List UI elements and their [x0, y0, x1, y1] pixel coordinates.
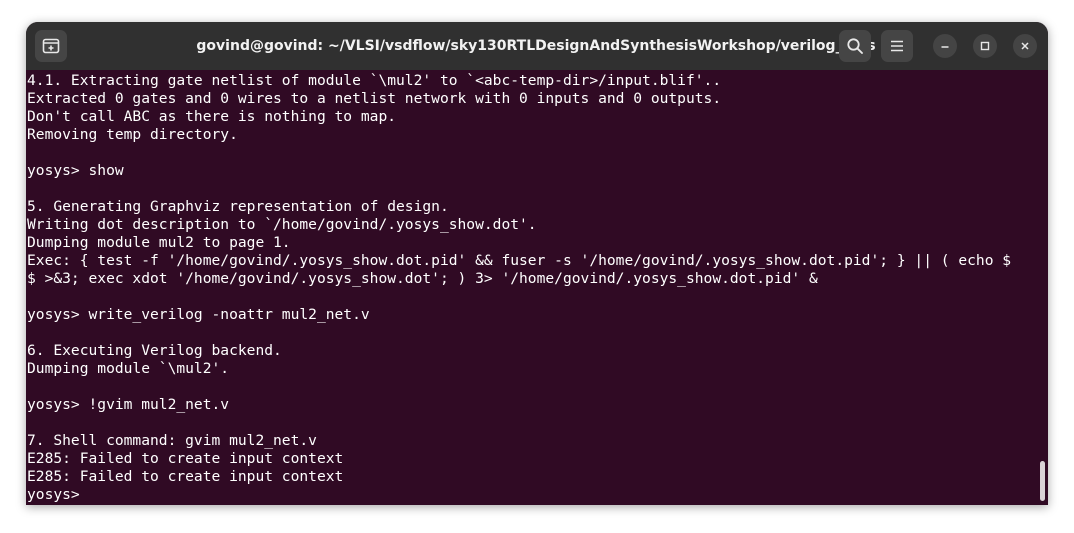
title-bar[interactable]: govind@govind: ~/VLSI/vsdflow/sky130RTLD…	[26, 22, 1048, 70]
terminal-line: yosys> write_verilog -noattr mul2_net.v	[27, 306, 370, 323]
new-tab-icon	[42, 38, 60, 54]
terminal-line: Extracted 0 gates and 0 wires to a netli…	[27, 90, 722, 107]
terminal-line: Writing dot description to `/home/govind…	[27, 216, 537, 233]
search-icon	[846, 37, 864, 55]
menu-button[interactable]	[881, 30, 913, 62]
close-icon	[1020, 41, 1030, 51]
terminal-line: 6. Executing Verilog backend.	[27, 342, 282, 359]
terminal-window: govind@govind: ~/VLSI/vsdflow/sky130RTLD…	[26, 22, 1048, 505]
terminal-line: yosys>	[27, 486, 80, 503]
minimize-icon	[940, 41, 950, 51]
terminal-line: 7. Shell command: gvim mul2_net.v	[27, 432, 317, 449]
terminal-line: yosys> !gvim mul2_net.v	[27, 396, 230, 413]
terminal-line: 5. Generating Graphviz representation of…	[27, 198, 449, 215]
search-button[interactable]	[839, 30, 871, 62]
terminal-text[interactable]: 4.1. Extracting gate netlist of module `…	[27, 72, 1011, 504]
terminal-line: Exec: { test -f '/home/govind/.yosys_sho…	[27, 252, 1012, 269]
terminal-line: Dumping module mul2 to page 1.	[27, 234, 291, 251]
terminal-line: 4.1. Extracting gate netlist of module `…	[27, 72, 722, 89]
close-button[interactable]	[1013, 34, 1037, 58]
terminal-line: E285: Failed to create input context	[27, 468, 344, 485]
scrollbar-thumb[interactable]	[1040, 461, 1045, 501]
terminal-line: yosys> show	[27, 162, 124, 179]
terminal-output-area[interactable]: 4.1. Extracting gate netlist of module `…	[26, 70, 1048, 505]
terminal-line: Don't call ABC as there is nothing to ma…	[27, 108, 397, 125]
maximize-button[interactable]	[973, 34, 997, 58]
terminal-line: E285: Failed to create input context	[27, 450, 344, 467]
new-tab-button[interactable]	[35, 30, 67, 62]
hamburger-menu-icon	[889, 39, 905, 53]
terminal-line: $ >&3; exec xdot '/home/govind/.yosys_sh…	[27, 270, 818, 287]
window-title: govind@govind: ~/VLSI/vsdflow/sky130RTLD…	[196, 38, 876, 54]
terminal-line: Removing temp directory.	[27, 126, 238, 143]
terminal-line: Dumping module `\mul2'.	[27, 360, 230, 377]
maximize-icon	[980, 41, 990, 51]
minimize-button[interactable]	[933, 34, 957, 58]
